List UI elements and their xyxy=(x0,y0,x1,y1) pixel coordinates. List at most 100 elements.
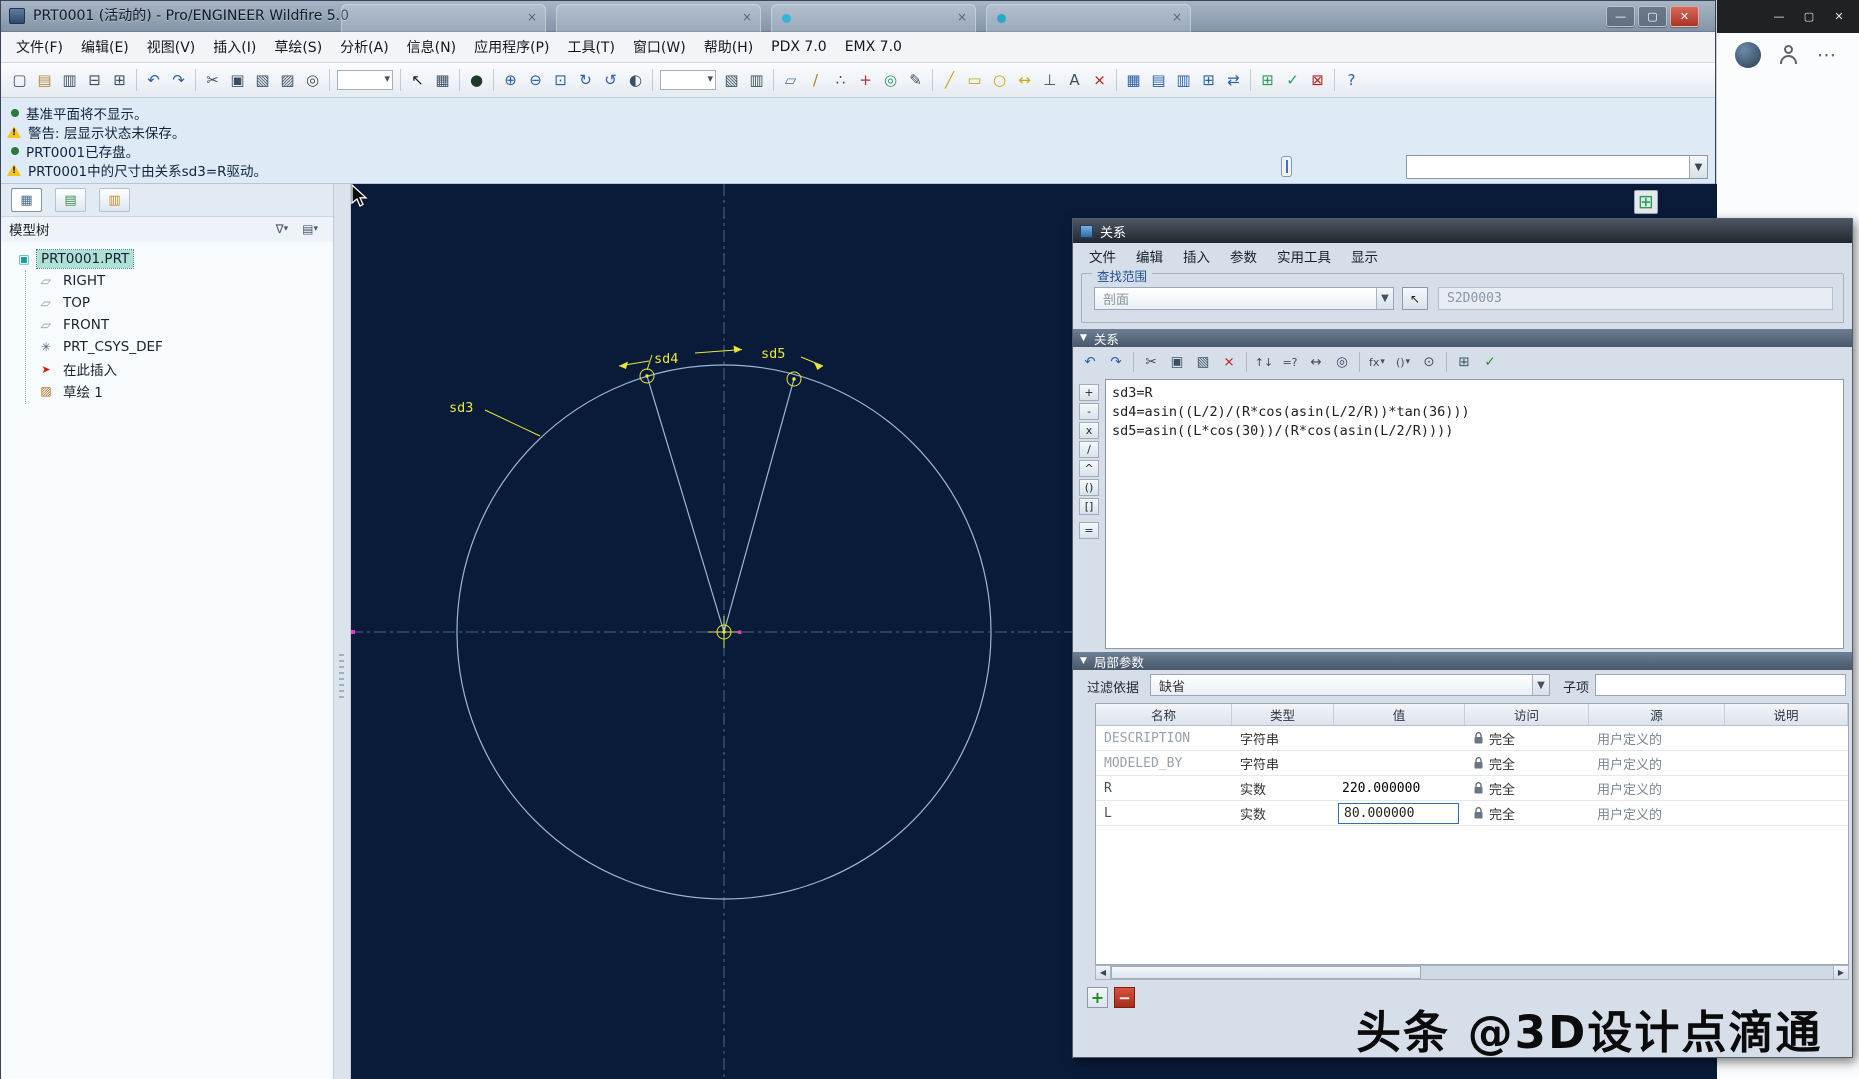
find-button[interactable]: ◎ xyxy=(300,68,325,93)
parens-insert-button[interactable]: ()▾ xyxy=(1390,350,1416,374)
new-button[interactable]: ▢ xyxy=(7,68,32,93)
sort-button[interactable]: ↑↓ xyxy=(1251,350,1277,374)
delete-button[interactable]: × xyxy=(1216,350,1242,374)
spin-center-button[interactable]: ◎ xyxy=(878,68,903,93)
param-row[interactable]: L 实数 80.000000 完全 用户定义的 xyxy=(1096,801,1848,826)
scroll-track[interactable] xyxy=(1421,966,1833,979)
switch-dims-button[interactable]: ⇄ xyxy=(1221,68,1246,93)
relations-table-button[interactable]: ▥ xyxy=(1171,68,1196,93)
datum-planes-button[interactable]: ▱ xyxy=(778,68,803,93)
scroll-thumb[interactable] xyxy=(1111,966,1421,979)
horizontal-scrollbar[interactable]: ◀ ▶ xyxy=(1095,965,1849,980)
menu-pdx[interactable]: PDX 7.0 xyxy=(762,35,836,59)
dimension-sd5[interactable]: sd5 xyxy=(761,346,785,362)
param-value-input[interactable]: 80.000000 xyxy=(1338,803,1459,824)
message-combo[interactable]: ▼ xyxy=(1406,155,1708,179)
emx-table-button[interactable]: ⊞ xyxy=(1255,68,1280,93)
maximize-button[interactable]: ▢ xyxy=(1638,6,1667,27)
local-params-section-header[interactable]: ▼ 局部参数 xyxy=(1073,652,1852,670)
tree-item-prt0001[interactable]: ▣ PRT0001.PRT xyxy=(1,248,333,270)
previous-view-button[interactable]: ↺ xyxy=(598,68,623,93)
cut-button[interactable]: ✂ xyxy=(200,68,225,93)
paste-button[interactable]: ▧ xyxy=(250,68,275,93)
paste-special-button[interactable]: ▨ xyxy=(275,68,300,93)
emx-check-button[interactable]: ✓ xyxy=(1280,68,1305,93)
datum-points-button[interactable]: ∴ xyxy=(828,68,853,93)
parens-operator-button[interactable]: () xyxy=(1079,479,1099,496)
param-row[interactable]: MODELED_BY 字符串 完全 用户定义的 xyxy=(1096,751,1848,776)
measure-button[interactable]: ↔ xyxy=(1303,350,1329,374)
sketch-dimension-button[interactable]: ↔ xyxy=(1012,68,1037,93)
tree-item-csys[interactable]: ✳ PRT_CSYS_DEF xyxy=(1,336,333,358)
more-icon[interactable]: ⋯ xyxy=(1817,46,1836,65)
print-preview-button[interactable]: ⊞ xyxy=(107,68,132,93)
menu-analysis[interactable]: 分析(A) xyxy=(331,33,398,61)
paste-button[interactable]: ▧ xyxy=(1190,350,1216,374)
sketch-constraint-button[interactable]: ⊥ xyxy=(1037,68,1062,93)
divide-operator-button[interactable]: / xyxy=(1079,441,1099,458)
minus-operator-button[interactable]: - xyxy=(1079,403,1099,420)
tree-item-sketch1[interactable]: ▨ 草绘 1 xyxy=(1,380,333,402)
shaded-view-button[interactable]: ● xyxy=(464,68,489,93)
copy-button[interactable]: ▣ xyxy=(1164,350,1190,374)
select-arrow-button[interactable]: ↖ xyxy=(405,68,430,93)
tab-model-tree[interactable]: ▦ xyxy=(11,188,42,212)
brackets-operator-button[interactable]: [] xyxy=(1079,498,1099,515)
dialog-menu-utilities[interactable]: 实用工具 xyxy=(1267,243,1341,269)
avatar-icon[interactable] xyxy=(1735,42,1761,68)
datum-csys-button[interactable]: + xyxy=(853,68,878,93)
column-header-type[interactable]: 类型 xyxy=(1232,704,1334,725)
dimension-sd3[interactable]: sd3 xyxy=(449,400,473,416)
saved-views-combo[interactable]: ▾ xyxy=(660,70,716,90)
save-button[interactable]: ▥ xyxy=(57,68,82,93)
tree-item-top[interactable]: ▱ TOP xyxy=(1,292,333,314)
selection-filter-combo[interactable]: ▾ xyxy=(337,70,393,90)
layers-button[interactable]: ▧ xyxy=(719,68,744,93)
cut-button[interactable]: ✂ xyxy=(1138,350,1164,374)
relations-editor[interactable]: sd3=R sd4=asin((L/2)/(R*cos(asin(L/2/R))… xyxy=(1105,379,1844,649)
dialog-menu-insert[interactable]: 插入 xyxy=(1173,243,1220,269)
open-button[interactable]: ▤ xyxy=(32,68,57,93)
menu-applications[interactable]: 应用程序(P) xyxy=(465,33,558,61)
close-button[interactable]: ✕ xyxy=(1670,6,1699,27)
annotation-button[interactable]: ✎ xyxy=(903,68,928,93)
family-table-button[interactable]: ▤ xyxy=(1146,68,1171,93)
add-parameter-button[interactable]: + xyxy=(1087,987,1108,1008)
sketch-trim-button[interactable]: × xyxy=(1087,68,1112,93)
maximize-icon[interactable]: ▢ xyxy=(1795,7,1823,27)
param-row[interactable]: DESCRIPTION 字符串 完全 用户定义的 xyxy=(1096,726,1848,751)
menu-tools[interactable]: 工具(T) xyxy=(558,33,623,61)
units-table-button[interactable]: ⊞ xyxy=(1451,350,1477,374)
menu-help[interactable]: 帮助(H) xyxy=(695,33,762,61)
chevron-down-icon[interactable]: ▼ xyxy=(1376,288,1393,309)
menu-edit[interactable]: 编辑(E) xyxy=(72,33,138,61)
scroll-right-icon[interactable]: ▶ xyxy=(1833,966,1848,979)
datum-axes-button[interactable]: / xyxy=(803,68,828,93)
column-header-description[interactable]: 说明 xyxy=(1725,704,1848,725)
tree-item-front[interactable]: ▱ FRONT xyxy=(1,314,333,336)
tab-favorites[interactable]: ▥ xyxy=(99,188,130,212)
refit-button[interactable]: ⊡ xyxy=(548,68,573,93)
add-person-icon[interactable] xyxy=(1777,43,1801,67)
panel-splitter[interactable] xyxy=(334,184,351,1079)
sketch-circle-button[interactable]: ○ xyxy=(987,68,1012,93)
chevron-down-icon[interactable]: ▼ xyxy=(1689,156,1707,178)
menu-window[interactable]: 窗口(W) xyxy=(624,33,695,61)
copy-button[interactable]: ▣ xyxy=(225,68,250,93)
pick-from-list-button[interactable]: ↖ xyxy=(1402,287,1428,310)
look-in-name-field[interactable]: S2D0003 xyxy=(1438,287,1833,310)
dialog-menu-parameters[interactable]: 参数 xyxy=(1220,243,1267,269)
key-button[interactable]: ⊙ xyxy=(1416,350,1442,374)
tree-item-right[interactable]: ▱ RIGHT xyxy=(1,270,333,292)
subitem-input[interactable] xyxy=(1595,674,1846,696)
print-button[interactable]: ⊟ xyxy=(82,68,107,93)
tab-folder-browser[interactable]: ▤ xyxy=(55,188,86,212)
sketch-rect-button[interactable]: ▭ xyxy=(962,68,987,93)
verify-button[interactable]: ✓ xyxy=(1477,350,1503,374)
spin-button[interactable]: ◐ xyxy=(623,68,648,93)
tree-item-insert-here[interactable]: ➤ 在此插入 xyxy=(1,358,333,380)
menu-emx[interactable]: EMX 7.0 xyxy=(836,35,911,59)
look-in-type-combo[interactable]: 剖面 ▼ xyxy=(1094,287,1394,310)
plus-operator-button[interactable]: + xyxy=(1079,384,1099,401)
show-filter-button[interactable]: ∇▾ xyxy=(269,220,296,238)
